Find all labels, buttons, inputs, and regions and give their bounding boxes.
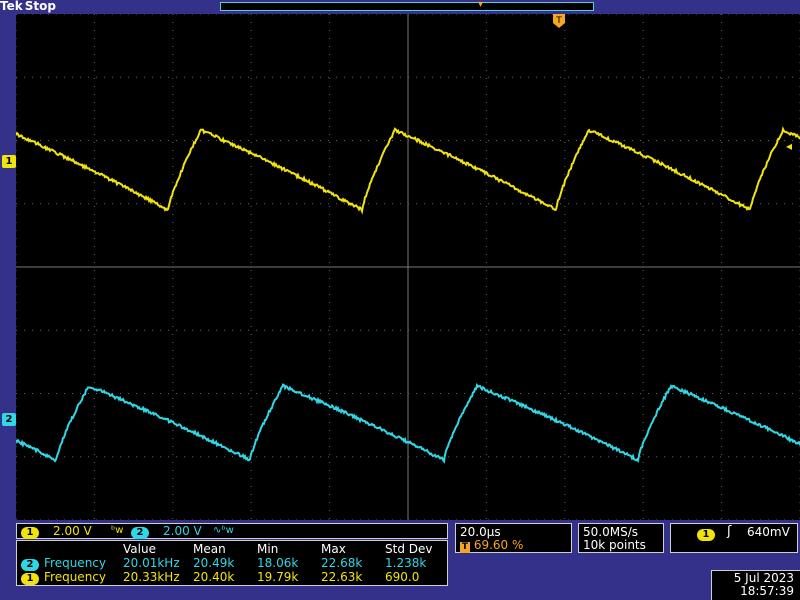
meas-row-stddev: 1.238k [385, 556, 426, 570]
meas-row-mean: 20.49k [193, 556, 234, 570]
meas-row-max: 22.68k [321, 556, 362, 570]
ch1-ground-marker[interactable]: 1 [2, 155, 16, 168]
meas-header-stddev: Std Dev [385, 542, 432, 556]
channel-readout[interactable]: 1 2.00 V ᵇw 2 2.00 V ∿ᵇw [16, 523, 448, 539]
record-length: 10k points [583, 538, 646, 552]
sample-rate: 50.0MS/s [583, 525, 638, 539]
graticule-and-traces [16, 14, 800, 520]
acquisition-state: Stop [25, 0, 56, 13]
meas-row-stddev: 690.0 [385, 570, 419, 584]
meas-row-name: Frequency [44, 570, 106, 584]
brand-name: Tek [0, 0, 23, 13]
meas-row-value: 20.01kHz [123, 556, 180, 570]
rising-edge-icon: ʃ [727, 525, 731, 539]
trigger-position-icon: T [460, 542, 470, 553]
brand-label: Tek Stop [0, 0, 56, 13]
meas-header-mean: Mean [193, 542, 226, 556]
time: 18:57:39 [712, 585, 794, 598]
meas-header-min: Min [257, 542, 278, 556]
trigger-level-arrow-icon[interactable]: ◂ [786, 140, 792, 152]
sampling-readout[interactable]: 50.0MS/s 10k points [578, 523, 664, 553]
measurement-table[interactable]: Value Mean Min Max Std Dev 2 Frequency 2… [16, 540, 448, 586]
timebase-scale: 20.0µs [460, 525, 501, 539]
meas-row-mean: 20.40k [193, 570, 234, 584]
meas-row-max: 22.63k [321, 570, 362, 584]
record-trigger-position-icon: ▾ [478, 0, 483, 10]
trigger-level: 640mV [747, 525, 790, 539]
ch2-scale[interactable]: 2.00 V [163, 524, 202, 538]
meas-row-name: Frequency [44, 556, 106, 570]
meas-header-value: Value [123, 542, 156, 556]
meas-row-min: 18.06k [257, 556, 298, 570]
waveform-display[interactable] [16, 14, 800, 520]
bandwidth-limit-icon: ∿ᵇw [213, 524, 234, 538]
ch1-badge: 1 [21, 527, 39, 539]
ch2-ground-marker[interactable]: 2 [2, 413, 16, 426]
record-overview-bar[interactable] [220, 2, 594, 11]
graticule [16, 14, 800, 520]
top-status-bar: Tek Stop ▾ [0, 0, 800, 14]
ch2-badge: 2 [131, 527, 149, 539]
date-time-readout: 5 Jul 2023 18:57:39 [711, 570, 800, 600]
bandwidth-limit-icon: ᵇw [111, 524, 123, 538]
meas-header-max: Max [321, 542, 346, 556]
timebase-readout[interactable]: 20.0µs T 69.60 % [455, 523, 572, 553]
trigger-readout[interactable]: 1 ʃ 640mV [670, 523, 798, 553]
meas-row-min: 19.79k [257, 570, 298, 584]
meas-row-value: 20.33kHz [123, 570, 180, 584]
trigger-marker-label: T [555, 16, 562, 26]
trigger-position-percent: 69.60 % [474, 538, 524, 552]
meas-row-ch-badge: 1 [21, 573, 39, 585]
trigger-source-badge: 1 [697, 529, 715, 541]
ch1-scale[interactable]: 2.00 V [53, 524, 92, 538]
trigger-position-icon[interactable]: T [552, 13, 566, 29]
